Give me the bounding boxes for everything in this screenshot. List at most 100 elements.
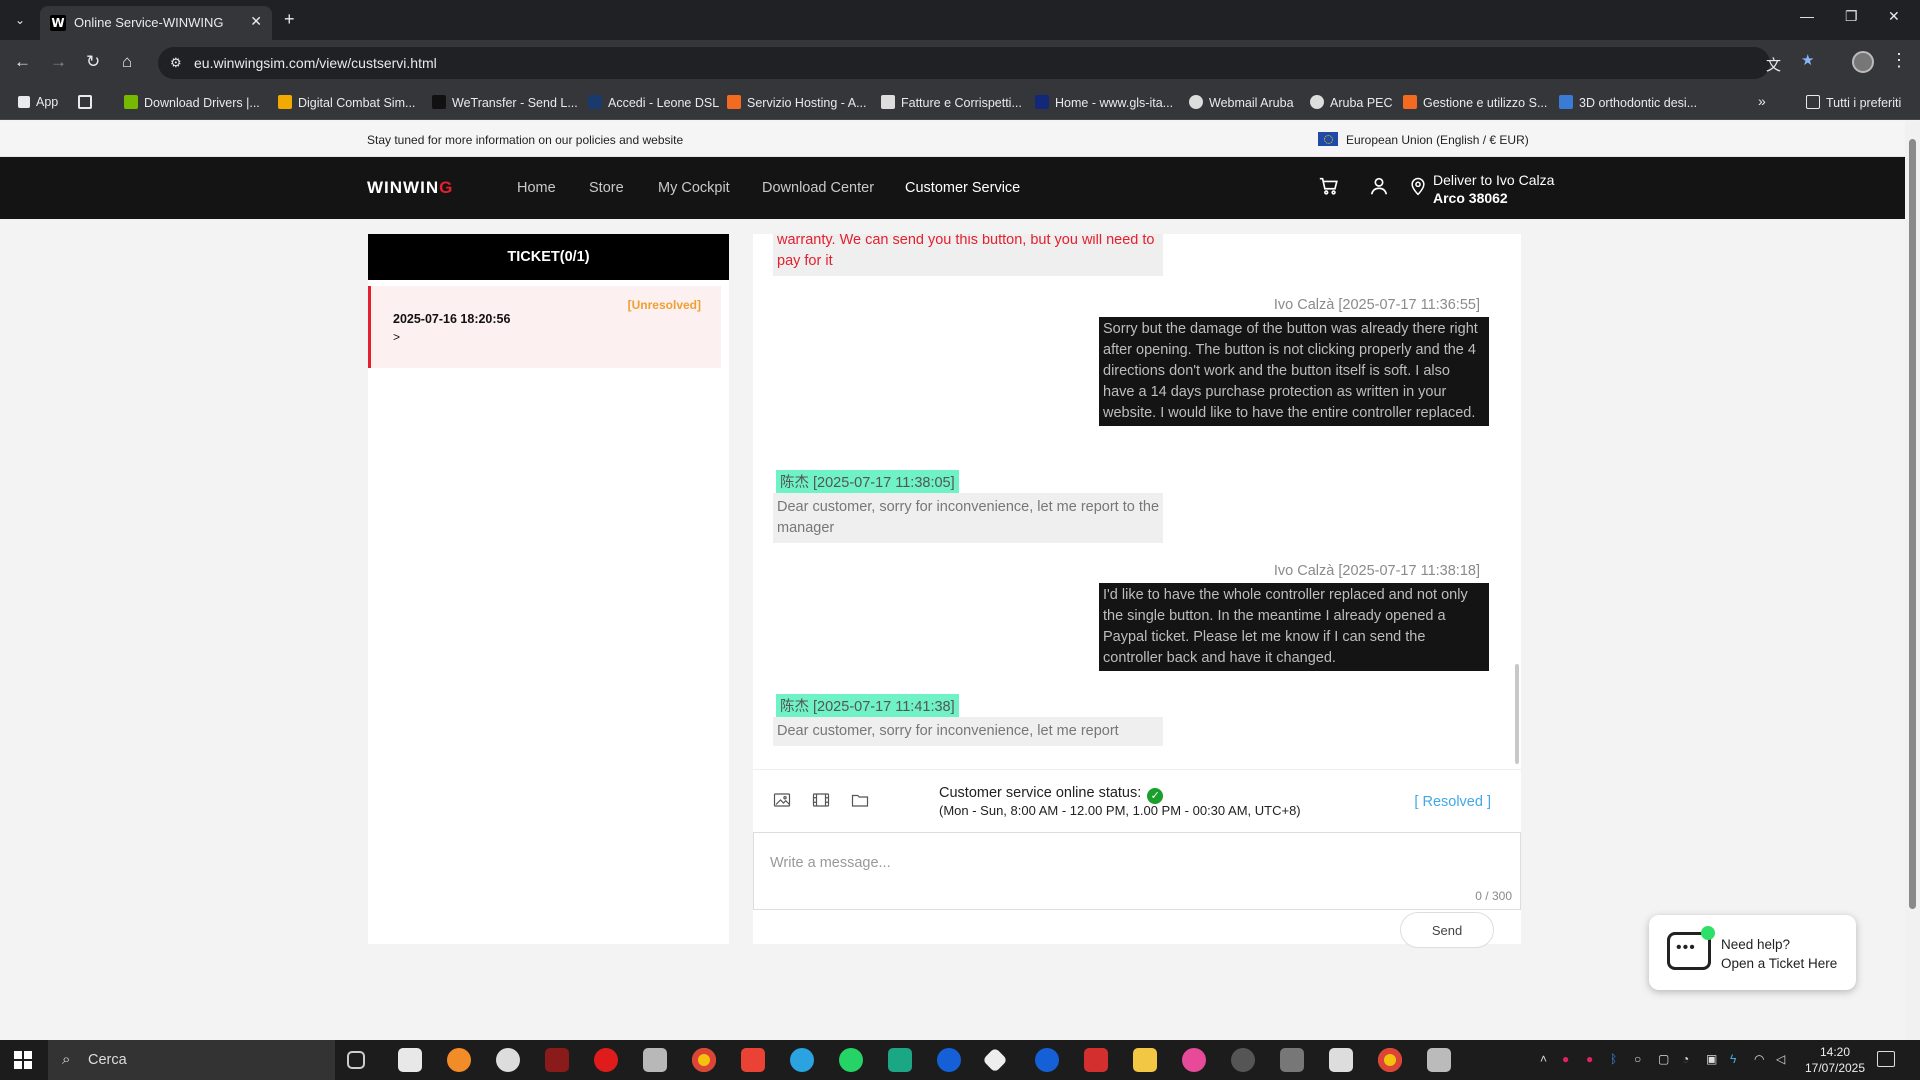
site-info-icon[interactable]: ⚙	[170, 55, 182, 71]
shield-app-icon[interactable]	[398, 1048, 422, 1072]
cart-icon[interactable]	[1318, 175, 1340, 203]
tray-app-icon[interactable]: ●	[1562, 1052, 1569, 1066]
file-upload-icon[interactable]	[851, 792, 869, 813]
bookmark-item[interactable]: WeTransfer - Send L...	[432, 95, 578, 110]
app-icon[interactable]	[496, 1048, 520, 1072]
task-view-icon[interactable]	[347, 1051, 365, 1069]
reload-icon[interactable]: ↻	[86, 52, 100, 72]
tab-close-icon[interactable]: ✕	[250, 13, 262, 30]
chat-messages[interactable]: warranty. We can send you this button, b…	[753, 234, 1521, 754]
app-icon[interactable]	[1231, 1048, 1255, 1072]
bookmark-star-icon[interactable]: ★	[1801, 51, 1814, 69]
clock-date: 17/07/2025	[1804, 1061, 1866, 1075]
message-input[interactable]	[770, 851, 1470, 875]
new-tab-plus-icon[interactable]: +	[284, 9, 295, 30]
window-minimize-icon[interactable]: —	[1800, 8, 1814, 24]
tray-app-icon[interactable]: ϟ	[1730, 1052, 1736, 1066]
delivery-address[interactable]: Deliver to Ivo Calza Arco 38062	[1433, 171, 1554, 207]
bookmark-item[interactable]: Webmail Aruba	[1189, 95, 1294, 110]
back-arrow-icon[interactable]: ←	[14, 52, 31, 72]
browser-menu-icon[interactable]: ⋮	[1890, 50, 1908, 71]
forward-arrow-icon[interactable]: →	[50, 52, 67, 72]
video-upload-icon[interactable]	[812, 792, 830, 813]
taskbar-search[interactable]: ⌕ Cerca	[48, 1040, 335, 1080]
image-upload-icon[interactable]	[773, 792, 791, 813]
calculator-icon[interactable]	[1280, 1048, 1304, 1072]
app-icon[interactable]	[545, 1048, 569, 1072]
bookmark-item[interactable]: Fatture e Corrispetti...	[881, 95, 1022, 110]
file-explorer-icon[interactable]	[1133, 1048, 1157, 1072]
app-icon[interactable]	[1329, 1048, 1353, 1072]
more-bookmarks-icon[interactable]: »	[1758, 93, 1766, 109]
grid-icon[interactable]	[78, 95, 98, 110]
address-bar[interactable]: ⚙ eu.winwingsim.com/view/custservi.html …	[158, 47, 1781, 79]
resolved-button[interactable]: [ Resolved ]	[1414, 794, 1491, 810]
bookmark-apps[interactable]: App	[18, 95, 58, 109]
bookmark-item[interactable]: 3D orthodontic desi...	[1559, 95, 1697, 110]
windows-start-icon[interactable]	[14, 1051, 32, 1069]
message-box: 0 / 300	[753, 832, 1521, 910]
chat-scrollbar[interactable]	[1515, 664, 1519, 764]
tray-app-icon[interactable]: ▢	[1658, 1052, 1669, 1066]
page-scrollbar[interactable]	[1905, 121, 1920, 1040]
tray-app-icon[interactable]: ◔	[1682, 1052, 1689, 1066]
app-icon[interactable]	[982, 1047, 1008, 1073]
nav-download-center[interactable]: Download Center	[762, 180, 874, 196]
tray-app-icon[interactable]: ▣	[1706, 1052, 1717, 1066]
app-icon[interactable]	[1427, 1048, 1451, 1072]
tab-search-chevron-icon[interactable]: ⌄	[8, 8, 32, 32]
app-icon[interactable]	[447, 1048, 471, 1072]
taskbar-clock[interactable]: 14:20 17/07/2025	[1800, 1044, 1870, 1076]
wifi-icon[interactable]: ◠	[1754, 1052, 1764, 1066]
ticket-date: 2025-07-16 18:20:56	[393, 312, 511, 326]
help-widget[interactable]: Need help? Open a Ticket Here	[1649, 915, 1856, 990]
winwing-logo[interactable]: WINWING	[367, 178, 453, 198]
bookmark-item[interactable]: Home - www.gls-ita...	[1035, 95, 1173, 110]
nav-store[interactable]: Store	[589, 180, 624, 196]
app-icon[interactable]	[937, 1048, 961, 1072]
nav-my-cockpit[interactable]: My Cockpit	[658, 180, 730, 196]
whatsapp-icon[interactable]	[839, 1048, 863, 1072]
tray-app-icon[interactable]: ○	[1634, 1052, 1641, 1066]
all-bookmarks[interactable]: Tutti i preferiti	[1806, 95, 1901, 110]
send-button[interactable]: Send	[1400, 912, 1494, 948]
bookmark-item[interactable]: Download Drivers |...	[124, 95, 260, 110]
gmail-icon[interactable]	[741, 1048, 765, 1072]
ticket-panel: TICKET(0/1) [Unresolved] 2025-07-16 18:2…	[368, 234, 729, 944]
ticket-header: TICKET(0/1)	[368, 234, 729, 280]
user-account-icon[interactable]	[1368, 175, 1390, 203]
volume-icon[interactable]: ◁	[1776, 1052, 1785, 1066]
profile-avatar[interactable]	[1852, 51, 1874, 73]
tray-app-icon[interactable]: ●	[1586, 1052, 1593, 1066]
winwing-favicon-icon: W	[50, 15, 66, 31]
bookmark-item[interactable]: Digital Combat Sim...	[278, 95, 415, 110]
bookmark-item[interactable]: Accedi - Leone DSL	[588, 95, 719, 110]
nav-customer-service[interactable]: Customer Service	[905, 180, 1020, 196]
telegram-icon[interactable]	[790, 1048, 814, 1072]
bookmark-item[interactable]: Servizio Hosting - A...	[727, 95, 867, 110]
app-icon[interactable]	[1182, 1048, 1206, 1072]
bookmark-item[interactable]: Aruba PEC	[1310, 95, 1393, 110]
chat-message: Dear customer, sorry for inconvenience, …	[773, 717, 1163, 746]
chat-message: I'd like to have the whole controller re…	[1099, 583, 1489, 671]
home-icon[interactable]: ⌂	[122, 52, 132, 72]
bluetooth-icon[interactable]: ᛒ	[1610, 1052, 1617, 1066]
window-close-icon[interactable]: ✕	[1888, 8, 1900, 25]
browser-tab-active[interactable]: W Online Service-WINWING ✕	[40, 6, 272, 40]
chrome-icon[interactable]	[692, 1048, 716, 1072]
nav-home[interactable]: Home	[517, 180, 556, 196]
tray-chevron-icon[interactable]: ˄	[1540, 1052, 1547, 1066]
app-icon[interactable]	[888, 1048, 912, 1072]
ticket-item[interactable]: [Unresolved] 2025-07-16 18:20:56 >	[368, 286, 721, 368]
notification-center-icon[interactable]	[1877, 1051, 1895, 1067]
window-restore-icon[interactable]: ❐	[1845, 8, 1858, 25]
app-icon[interactable]	[643, 1048, 667, 1072]
page-scroll-thumb[interactable]	[1909, 139, 1916, 909]
bookmark-item[interactable]: Gestione e utilizzo S...	[1403, 95, 1547, 110]
app-icon[interactable]	[594, 1048, 618, 1072]
region-selector[interactable]: European Union (English / € EUR)	[1318, 132, 1529, 147]
chrome-active-icon[interactable]	[1378, 1048, 1402, 1072]
app-icon[interactable]	[1084, 1048, 1108, 1072]
app-icon[interactable]	[1035, 1048, 1059, 1072]
translate-icon[interactable]: 文	[1766, 54, 1781, 75]
